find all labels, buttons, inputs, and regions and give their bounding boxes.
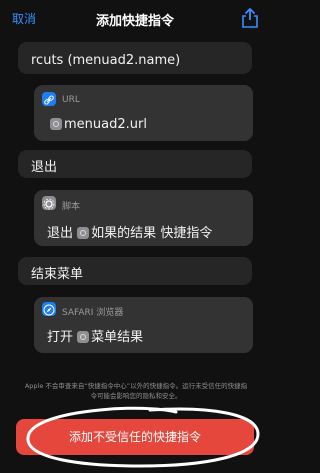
variable-token-icon bbox=[50, 118, 62, 130]
exit-block-label: 退出 bbox=[31, 160, 58, 175]
url-action-card[interactable] bbox=[34, 85, 253, 141]
variable-token-icon bbox=[77, 227, 90, 239]
safari-action-label: SAFARI 浏览器 bbox=[62, 308, 124, 318]
safari-action-text[interactable]: 打开 菜单结果 bbox=[47, 326, 143, 345]
script-text-suffix: 快捷指令 bbox=[160, 226, 213, 241]
safari-variable[interactable]: 菜单结果 bbox=[91, 330, 143, 345]
url-action-value[interactable]: menuad2.url bbox=[50, 117, 147, 132]
nav-bar: 取消 添加快捷指令 bbox=[0, 0, 270, 38]
share-icon[interactable] bbox=[239, 6, 261, 30]
url-variable[interactable]: menuad2.url bbox=[64, 117, 147, 132]
gear-icon bbox=[42, 196, 56, 210]
screen: 取消 添加快捷指令 rcuts (menuad2.name) URL menua… bbox=[0, 0, 270, 473]
page-title: 添加快捷指令 bbox=[95, 14, 174, 29]
end-menu-label: 结束菜单 bbox=[31, 267, 84, 282]
script-variable[interactable]: 如果的结果 bbox=[91, 226, 156, 241]
script-action-text[interactable]: 退出 如果的结果 快捷指令 bbox=[47, 222, 212, 241]
menu-item-title: rcuts (menuad2.name) bbox=[31, 53, 181, 68]
script-text-prefix: 退出 bbox=[47, 226, 74, 241]
url-action-label: URL bbox=[62, 95, 80, 105]
hand-drawn-circle-annotation bbox=[26, 406, 260, 468]
compass-icon bbox=[42, 302, 56, 316]
script-action-label: 脚本 bbox=[62, 202, 81, 212]
link-icon bbox=[42, 92, 56, 106]
variable-token-icon bbox=[77, 331, 90, 343]
safari-text-prefix: 打开 bbox=[47, 330, 74, 345]
